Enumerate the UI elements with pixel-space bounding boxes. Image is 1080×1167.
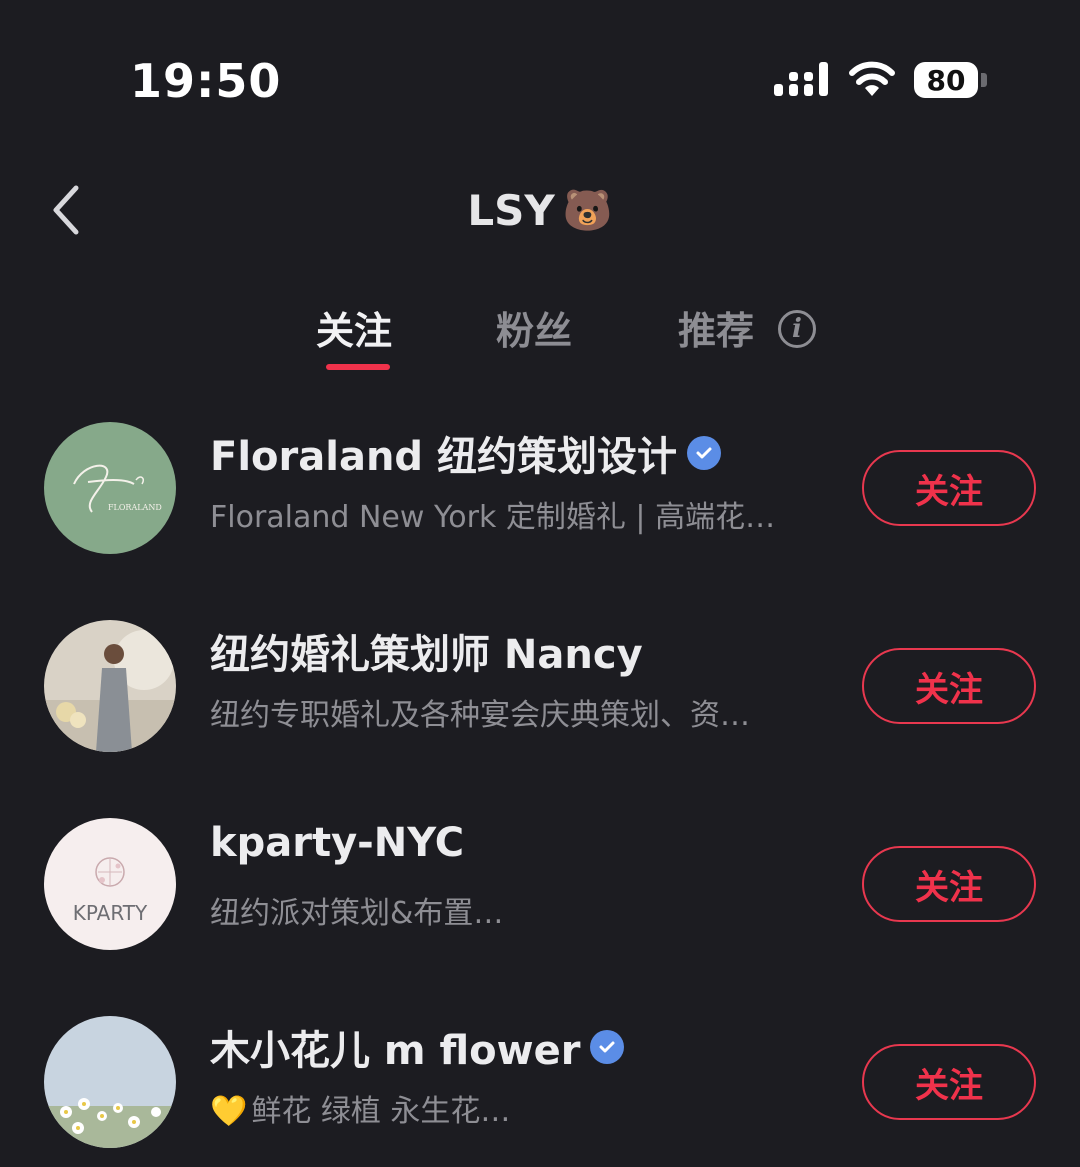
account-name[interactable]: 纽约婚礼策划师 Nancy bbox=[210, 622, 643, 680]
account-name[interactable]: 木小花儿 m flower bbox=[210, 1018, 625, 1076]
kparty-logo-icon: KPARTY bbox=[44, 818, 176, 950]
svg-text:FLORALAND: FLORALAND bbox=[108, 503, 162, 512]
tab-followers[interactable]: 粉丝 bbox=[496, 300, 572, 360]
account-name[interactable]: Floraland 纽约策划设计 bbox=[210, 424, 721, 482]
yellow-heart-icon: 💛 bbox=[210, 1094, 248, 1129]
daisy-photo-icon bbox=[44, 1016, 176, 1148]
account-description: 纽约专职婚礼及各种宴会庆典策划、资… bbox=[210, 698, 750, 733]
account-description: Floraland New York 定制婚礼 | 高端花… bbox=[210, 500, 776, 535]
follow-button[interactable]: 关注 bbox=[862, 1044, 1036, 1120]
status-time: 19:50 bbox=[130, 54, 282, 108]
account-name-text: 纽约婚礼策划师 Nancy bbox=[210, 632, 643, 678]
account-name-text: Floraland 纽约策划设计 bbox=[210, 434, 677, 480]
floraland-logo-icon: FLORALAND bbox=[44, 422, 176, 554]
account-description: 💛 鲜花 绿植 永生花… bbox=[210, 1086, 820, 1130]
page-title-text: LSY bbox=[467, 185, 555, 235]
list-item[interactable]: KPARTY kparty-NYC 纽约派对策划&布置… 关注 bbox=[0, 804, 1080, 964]
svg-text:KPARTY: KPARTY bbox=[73, 901, 148, 925]
wifi-icon bbox=[849, 61, 895, 96]
avatar[interactable]: FLORALAND bbox=[44, 422, 176, 554]
account-description: 纽约派对策划&布置… bbox=[210, 896, 504, 931]
tab-active-indicator bbox=[326, 364, 390, 370]
battery-cap bbox=[981, 73, 987, 87]
tab-recommended[interactable]: 推荐 bbox=[678, 300, 754, 360]
account-description-text: 鲜花 绿植 永生花… bbox=[251, 1094, 511, 1129]
account-name-text: kparty-NYC bbox=[210, 820, 465, 866]
tab-following[interactable]: 关注 bbox=[316, 300, 392, 360]
avatar[interactable]: KPARTY bbox=[44, 818, 176, 950]
verified-badge-icon bbox=[686, 436, 721, 470]
verified-badge-icon bbox=[590, 1030, 625, 1064]
battery-icon: 80 bbox=[914, 62, 978, 98]
bear-emoji-icon: 🐻 bbox=[562, 187, 613, 234]
person-photo-icon bbox=[44, 620, 176, 752]
page-title: LSY 🐻 bbox=[0, 180, 1080, 240]
list-item[interactable]: 木小花儿 m flower 💛 鲜花 绿植 永生花… 关注 bbox=[0, 1002, 1080, 1162]
signal-icon bbox=[774, 62, 828, 96]
account-name[interactable]: kparty-NYC bbox=[210, 820, 464, 866]
follow-button[interactable]: 关注 bbox=[862, 648, 1036, 724]
screen: 19:50 80 LSY 🐻 关注 粉丝 推荐 i FLORALAND Flor… bbox=[0, 0, 1080, 1167]
status-bar: 19:50 80 bbox=[0, 0, 1080, 160]
account-name-text: 木小花儿 m flower bbox=[210, 1028, 581, 1074]
follow-button[interactable]: 关注 bbox=[862, 450, 1036, 526]
avatar[interactable] bbox=[44, 620, 176, 752]
follow-button[interactable]: 关注 bbox=[862, 846, 1036, 922]
info-icon[interactable]: i bbox=[778, 310, 816, 348]
list-item[interactable]: 纽约婚礼策划师 Nancy 纽约专职婚礼及各种宴会庆典策划、资… 关注 bbox=[0, 606, 1080, 766]
avatar[interactable] bbox=[44, 1016, 176, 1148]
list-item[interactable]: FLORALAND Floraland 纽约策划设计 Floraland New… bbox=[0, 408, 1080, 568]
